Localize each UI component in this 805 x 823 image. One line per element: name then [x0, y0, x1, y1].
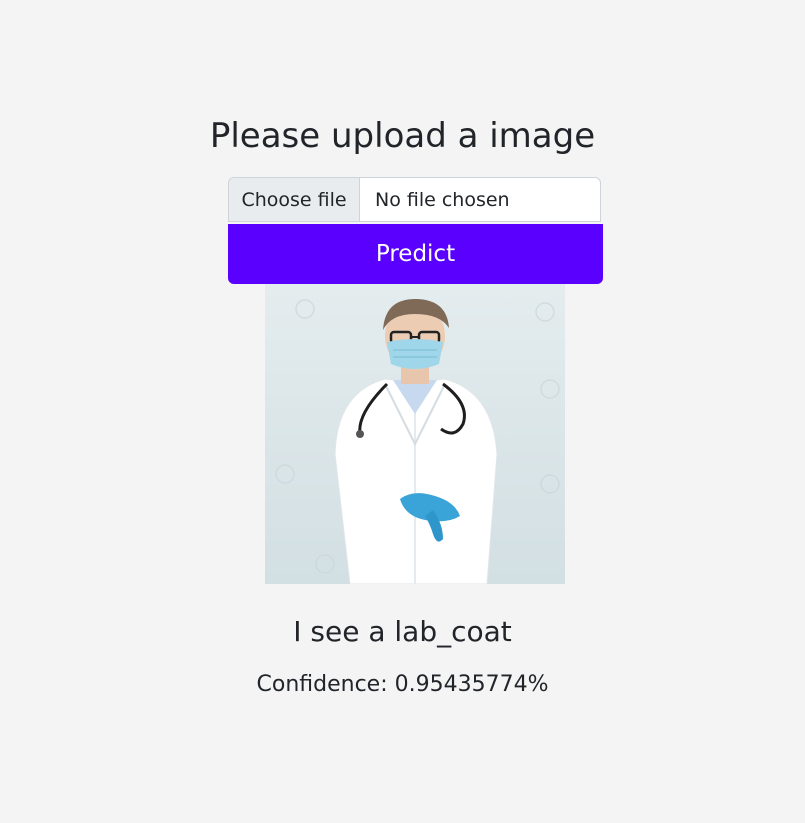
prediction-text: I see a lab_coat — [293, 615, 512, 648]
predict-button[interactable]: Predict — [228, 224, 603, 284]
page-title: Please upload a image — [209, 116, 596, 156]
confidence-text: Confidence: 0.95435774% — [256, 672, 549, 697]
file-input[interactable]: Choose file No file chosen — [228, 177, 601, 222]
page-container: Please upload a image Choose file No fil… — [0, 0, 805, 823]
file-status-text: No file chosen — [375, 188, 510, 211]
doctor-illustration — [265, 284, 565, 584]
preview-image — [265, 284, 565, 584]
choose-file-button[interactable]: Choose file — [229, 178, 360, 221]
